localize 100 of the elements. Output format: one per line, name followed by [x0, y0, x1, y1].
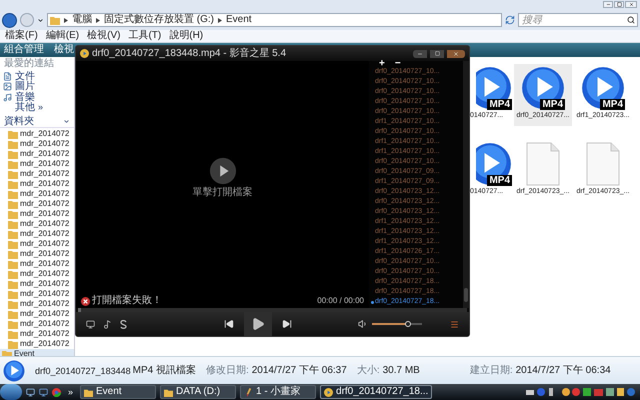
favorite-link[interactable]: 其他 » — [0, 102, 74, 113]
start-button[interactable] — [0, 384, 22, 400]
detail-value: 2014/7/27 下午 06:37 — [252, 364, 347, 376]
file-type-badge: MP4 — [600, 99, 625, 110]
folder-tree-item[interactable]: mdr_2014072 — [0, 149, 74, 159]
close-button[interactable] — [625, 1, 637, 8]
volume-thumb[interactable] — [405, 321, 411, 327]
folder-tree-item[interactable]: mdr_2014072 — [0, 299, 74, 309]
folder-tree-item[interactable]: mdr_2014072 — [0, 289, 74, 299]
file-type-badge: MP4 — [540, 99, 565, 110]
folder-tree-item[interactable]: mdr_2014072 — [0, 209, 74, 219]
file-type: MP4 視訊檔案 — [132, 364, 196, 376]
desktop-icon[interactable] — [26, 388, 35, 396]
player-app-icon — [324, 388, 334, 396]
minimize-button[interactable] — [603, 1, 613, 8]
window-switch-icon[interactable] — [39, 388, 48, 396]
play-button[interactable] — [244, 312, 272, 336]
folder-tree-item[interactable]: mdr_2014072 — [0, 279, 74, 289]
music-icon — [3, 92, 12, 102]
back-button[interactable] — [2, 12, 17, 28]
taskbar-button[interactable]: drf0_20140727_18... — [320, 385, 432, 399]
folder-tree-item[interactable]: mdr_2014072 — [0, 309, 74, 319]
folder-tree-item[interactable]: mdr_2014072 — [0, 259, 74, 269]
video-file-icon — [581, 66, 625, 110]
document-icon — [3, 72, 12, 81]
folder-tree-item[interactable]: mdr_2014072 — [0, 329, 74, 339]
music-note-icon[interactable] — [103, 320, 112, 328]
toolbar-button[interactable]: 檢視 — [54, 44, 74, 56]
menu-item[interactable]: 檔案(F) — [5, 30, 38, 42]
taskbar-button[interactable]: 1 - 小畫家 — [240, 385, 316, 399]
folder-tree-item[interactable]: mdr_2014072 — [0, 159, 74, 169]
paint-brush-icon — [244, 388, 254, 396]
folder-tree-item[interactable]: mdr_2014072 — [0, 319, 74, 329]
menu-item[interactable]: 編輯(E) — [46, 30, 80, 42]
toolbar-button[interactable]: 組合管理 — [4, 44, 44, 56]
detail-label: 大小: — [356, 364, 380, 376]
player-title: drf0_20140727_183448.mp4 - 影音之星 5.4 — [92, 48, 286, 60]
favorite-link[interactable]: 文件 — [0, 71, 74, 82]
file-type-badge: MP4 — [487, 175, 512, 186]
folders-header[interactable]: 資料夾 — [0, 116, 74, 128]
refresh-icon[interactable] — [505, 15, 515, 25]
video-file-icon — [521, 66, 565, 110]
playlist-button[interactable]: + — [379, 59, 385, 69]
folder-tree-item[interactable]: mdr_2014072 — [0, 189, 74, 199]
folder-tree-item[interactable]: mdr_2014072 — [0, 239, 74, 249]
player-minimize-button[interactable] — [413, 50, 427, 58]
scrollbar[interactable] — [463, 61, 469, 308]
folder-tree-item[interactable]: mdr_2014072 — [0, 229, 74, 239]
breadcrumb-item[interactable]: 電腦 — [72, 14, 92, 26]
video-area[interactable]: 單擊打開檔案 打開檔案失敗！ 00:00 / 00:00 — [76, 61, 369, 308]
player-close-button[interactable] — [447, 50, 465, 58]
play-icon[interactable] — [208, 156, 236, 184]
taskbar-button[interactable]: DATA (D:) — [160, 385, 236, 399]
search-icon[interactable] — [627, 16, 635, 24]
address-field[interactable]: 電腦 固定式數位存放裝置 (G:) Event — [47, 13, 502, 27]
browser-icon[interactable] — [52, 388, 61, 396]
text-file-icon — [526, 142, 560, 186]
folder-tree-item[interactable]: mdr_2014072 — [0, 219, 74, 229]
screen-icon[interactable] — [86, 320, 95, 328]
seek-thumb[interactable] — [78, 308, 81, 312]
previous-button[interactable] — [224, 319, 234, 329]
folder-tree-item[interactable]: mdr_2014072 — [0, 199, 74, 209]
folder-tree-item[interactable]: mdr_2014072 — [0, 179, 74, 189]
breadcrumb-item[interactable]: 固定式數位存放裝置 (G:) — [104, 14, 214, 26]
player-maximize-button[interactable] — [430, 50, 444, 58]
history-dropdown-icon[interactable] — [37, 16, 44, 24]
favorite-link[interactable]: 音樂 — [0, 92, 74, 102]
file-type-badge: MP4 — [487, 99, 512, 110]
menu-icon[interactable] — [450, 320, 459, 328]
breadcrumb-arrow-icon — [218, 18, 222, 22]
subtitle-icon[interactable] — [120, 320, 127, 328]
favorite-link[interactable]: 圖片 — [0, 82, 74, 92]
next-button[interactable] — [282, 319, 292, 329]
folder-tree-item[interactable]: mdr_2014072 — [0, 339, 74, 349]
menu-item[interactable]: 說明(H) — [169, 30, 204, 42]
error-icon — [81, 296, 90, 306]
folder-tree-item[interactable]: mdr_2014072 — [0, 249, 74, 259]
volume-icon[interactable] — [358, 319, 368, 329]
open-file-hint: 單擊打開檔案 — [192, 186, 252, 198]
taskbar-button[interactable]: Event — [80, 385, 156, 399]
maximize-icon — [434, 51, 440, 56]
breadcrumb-arrow-icon — [96, 18, 100, 22]
search-field[interactable]: 搜尋 — [518, 13, 638, 27]
player-app-icon — [80, 49, 89, 58]
play-icon — [251, 317, 265, 331]
favorites-heading: 最愛的連結 — [3, 58, 55, 70]
menu-item[interactable]: 檢視(V) — [87, 30, 120, 42]
breadcrumb-item[interactable]: Event — [226, 14, 252, 26]
folder-tree-item[interactable]: mdr_2014072 — [0, 139, 74, 149]
quick-launch-more[interactable]: » — [68, 387, 74, 397]
restore-button[interactable] — [614, 1, 624, 8]
menu-item[interactable]: 工具(T) — [128, 30, 162, 42]
playlist-button[interactable]: − — [394, 59, 401, 69]
folder-tree-item[interactable]: mdr_2014072 — [0, 269, 74, 279]
detail-value: 2014/7/27 下午 06:34 — [516, 364, 611, 376]
image-icon — [3, 82, 12, 92]
folder-tree-item[interactable]: Event — [0, 349, 74, 356]
folder-tree-item[interactable]: mdr_2014072 — [0, 169, 74, 179]
folder-icon — [50, 15, 60, 25]
folder-tree-item[interactable]: mdr_2014072 — [0, 129, 74, 139]
